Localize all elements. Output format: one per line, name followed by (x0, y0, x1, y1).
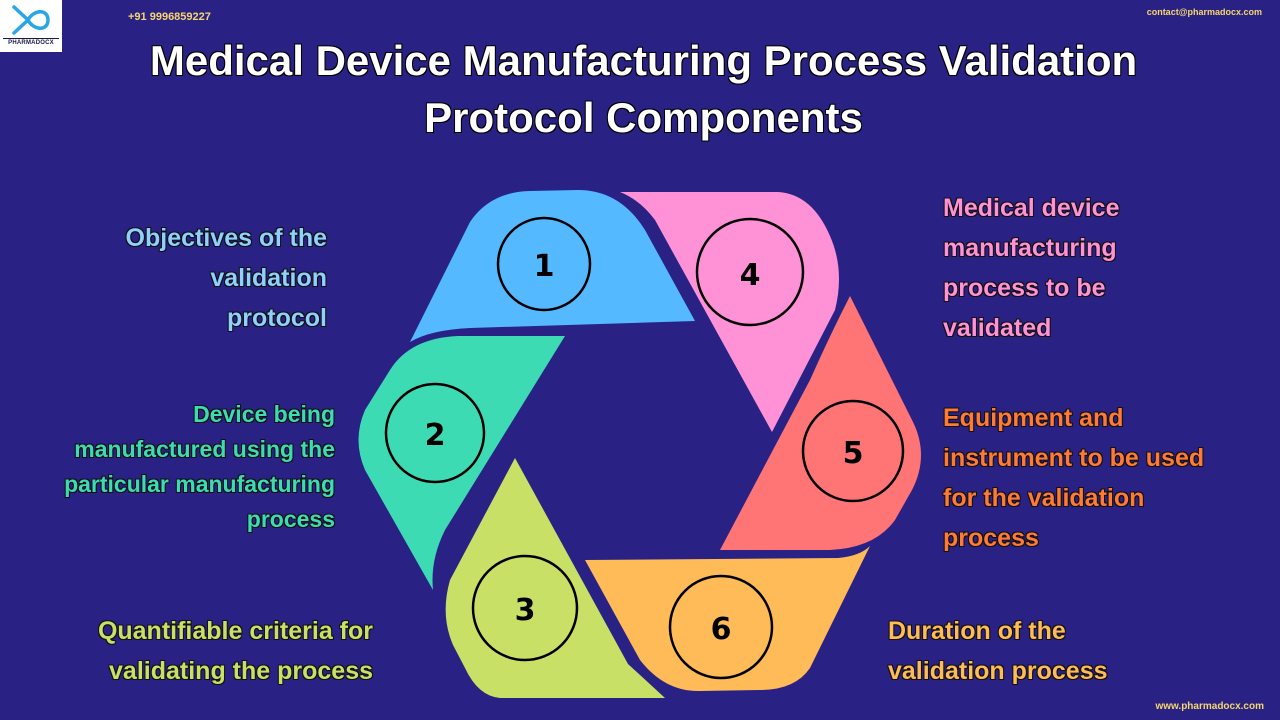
component-5-label: Equipment and instrument to be used for … (943, 404, 1205, 552)
component-2-label: Device being manufactured using the part… (64, 401, 335, 532)
component-1-label: Objectives of the validation protocol (125, 224, 327, 332)
component-4-label: Medical device manufacturing process to … (943, 194, 1120, 342)
component-3-label: Quantifiable criteria for validating the… (97, 617, 373, 685)
number-3: 3 (515, 593, 536, 628)
number-6: 6 (711, 612, 732, 647)
number-2: 2 (425, 418, 446, 453)
component-6-label: Duration of the validation process (888, 617, 1108, 685)
number-5: 5 (843, 436, 864, 471)
number-1: 1 (534, 249, 555, 284)
number-4: 4 (740, 258, 761, 293)
website-url: www.pharmadocx.com (1155, 701, 1264, 712)
